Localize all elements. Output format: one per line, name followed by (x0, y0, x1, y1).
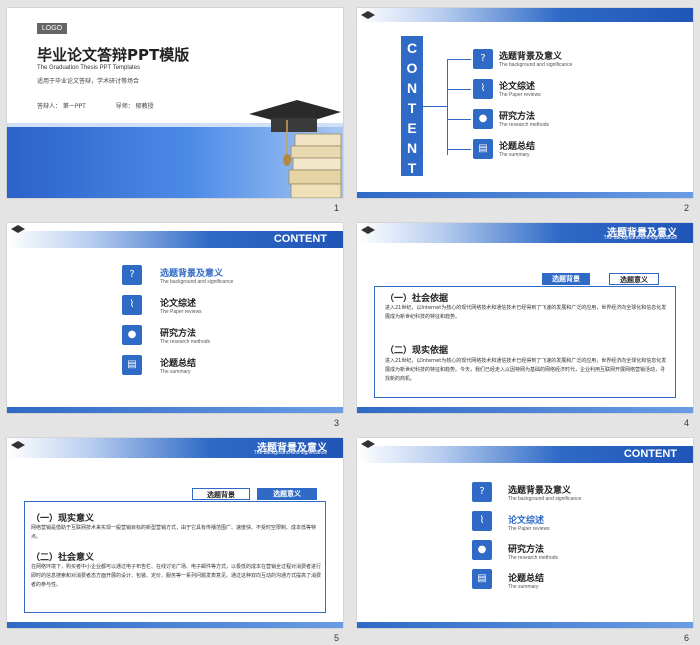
connector-line (447, 59, 448, 155)
connector-line (447, 149, 471, 150)
section-heading: （一）现实意义 (31, 514, 95, 524)
toc-item-subtitle: The background and significance (508, 496, 582, 502)
header-bar: CONTENT (7, 225, 343, 248)
slide-number: 1 (334, 203, 340, 213)
connector-line (447, 89, 471, 90)
content-vertical-label: C O N T E N T (401, 36, 423, 176)
slide-5-thumbnail[interactable]: 选题背景及意义 The background and significance … (7, 438, 343, 628)
tab-background[interactable]: 选题背景 (542, 273, 590, 285)
graduation-cap-icon (361, 226, 375, 234)
section-heading: （二）社会意义 (31, 553, 95, 563)
question-icon: ? (473, 49, 493, 69)
section-heading: （二）现实依据 (385, 346, 449, 356)
slide-number: 6 (684, 633, 690, 643)
toc-item-subtitle: The research methods (499, 122, 550, 128)
header-bar: 选题背景及意义 The background and significance (7, 438, 343, 458)
graduation-cap-icon (11, 441, 25, 449)
header-bar (357, 8, 693, 22)
advisor-label: 导师： 郁教授 (115, 103, 154, 110)
document-icon: ▤ (122, 355, 142, 375)
slide-6-thumbnail[interactable]: CONTENT ? 选题背景及意义 The background and sig… (357, 438, 693, 628)
graduation-cap-books-icon (249, 100, 342, 198)
tab-background[interactable]: 选题背景 (192, 488, 250, 500)
header-subtitle: The background and significance (253, 450, 327, 456)
footer-bar (357, 622, 693, 628)
lightbulb-icon: ● (472, 540, 492, 560)
connector-line (447, 59, 471, 60)
slide-number: 5 (334, 633, 340, 643)
toc-item-title[interactable]: 论文综述 (508, 513, 544, 526)
header-subtitle: The background and significance (603, 235, 677, 241)
question-icon: ? (122, 265, 142, 285)
footer-bar (7, 622, 343, 628)
toc-item-subtitle: The background and significance (499, 62, 573, 68)
header-bar: 选题背景及意义 The background and significance (357, 223, 693, 243)
slide-2-thumbnail[interactable]: C O N T E N T ? 选题背景及意义 The background a… (357, 8, 693, 198)
toc-item-title[interactable]: 论文综述 (499, 79, 535, 92)
graduation-cap-icon (361, 11, 375, 19)
content-label: CONTENT (623, 448, 677, 460)
toc-item-subtitle: The Paper reviews (160, 309, 202, 315)
header-bar: CONTENT (357, 440, 693, 463)
toc-item-title[interactable]: 论文综述 (160, 296, 196, 309)
slide-4-thumbnail[interactable]: 选题背景及意义 The background and significance … (357, 223, 693, 413)
paperclip-icon: ⌇ (472, 511, 492, 531)
toc-item-title[interactable]: 选题背景及意义 (508, 483, 571, 496)
toc-item-subtitle: The research methods (508, 555, 559, 561)
logo-badge: LOGO (37, 23, 67, 34)
tab-significance[interactable]: 选题意义 (609, 273, 659, 285)
document-icon: ▤ (472, 569, 492, 589)
content-label: CONTENT (273, 233, 327, 245)
toc-item-title[interactable]: 论题总结 (499, 139, 535, 152)
toc-item-subtitle: The research methods (160, 339, 211, 345)
toc-item-subtitle: The summary (508, 584, 539, 590)
toc-item-title[interactable]: 研究方法 (499, 109, 535, 122)
toc-item-title[interactable]: 选题背景及意义 (160, 266, 223, 279)
slide-number: 3 (334, 418, 340, 428)
toc-item-title[interactable]: 论题总结 (508, 571, 544, 584)
toc-item-subtitle: The summary (160, 369, 191, 375)
slide-number: 2 (684, 203, 690, 213)
question-icon: ? (472, 482, 492, 502)
toc-item-subtitle: The Paper reviews (499, 92, 541, 98)
title-english: The Graduation Thesis PPT Templates (37, 65, 141, 71)
lightbulb-icon: ● (122, 325, 142, 345)
graduation-cap-icon (11, 225, 25, 233)
toc-item-title[interactable]: 研究方法 (160, 326, 196, 339)
slide-number: 4 (684, 418, 690, 428)
slide-1-thumbnail[interactable]: LOGO 毕业论文答辩PPT模版 The Graduation Thesis P… (7, 8, 343, 198)
toc-item-title[interactable]: 选题背景及意义 (499, 49, 562, 62)
section-paragraph: 进入21世纪，以Internet为核心的现代网络技术和通信技术已经得到了飞速的发… (385, 358, 667, 382)
section-paragraph: 在网络环境下，购买者中小企业都可以通过电子布告栏、在线讨论广场、电子邮件等方式，… (31, 564, 322, 588)
document-icon: ▤ (473, 139, 493, 159)
footer-bar (357, 407, 693, 413)
connector-line (423, 106, 447, 107)
toc-item-subtitle: The background and significance (160, 279, 234, 285)
toc-item-title[interactable]: 论题总结 (160, 356, 196, 369)
paperclip-icon: ⌇ (473, 79, 493, 99)
slide-3-thumbnail[interactable]: CONTENT ? 选题背景及意义 The background and sig… (7, 223, 343, 413)
tab-significance[interactable]: 选题意义 (257, 488, 317, 500)
toc-item-subtitle: The summary (499, 152, 530, 158)
section-paragraph: 进入21世纪，以Internet为核心的现代网络技术和通信技术已经得到了飞速的发… (385, 305, 667, 320)
lightbulb-icon: ● (473, 109, 493, 129)
paperclip-icon: ⌇ (122, 295, 142, 315)
page-title: 毕业论文答辩PPT模版 (37, 46, 190, 64)
section-heading: （一）社会依据 (385, 294, 449, 304)
title-description: 适用于毕业论文答辩，学术研讨等场合 (37, 78, 140, 85)
toc-item-title[interactable]: 研究方法 (508, 542, 544, 555)
section-paragraph: 网络营销是借助于互联网技术来实现一般营销目标的新型营销方式，由于它具有传播范围广… (31, 525, 317, 540)
footer-bar (7, 407, 343, 413)
presenter-info: 答辩人： 第一PPT 导师： 郁教授 (37, 101, 182, 110)
presenter-label: 答辩人： 第一PPT (37, 103, 86, 110)
graduation-cap-icon (361, 440, 375, 448)
toc-item-subtitle: The Paper reviews (508, 526, 550, 532)
footer-bar (357, 192, 693, 198)
connector-line (447, 119, 471, 120)
